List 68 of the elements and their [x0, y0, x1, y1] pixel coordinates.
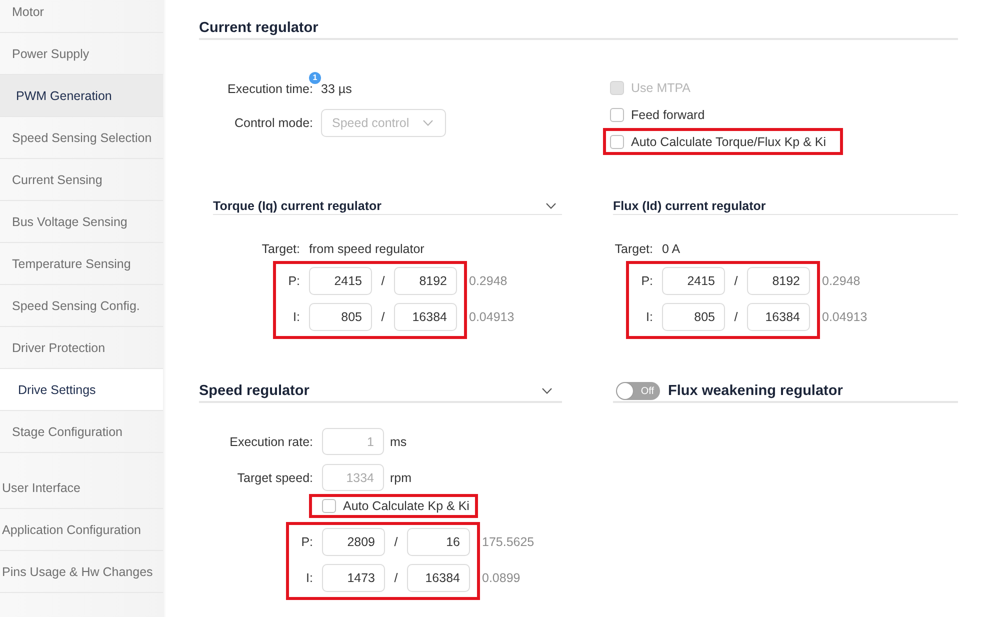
field-label: Execution rate:: [228, 434, 313, 448]
sidebar-item[interactable]: Stage Configuration: [0, 411, 163, 453]
checkbox[interactable]: [322, 499, 336, 513]
gain-value: 0.04913: [469, 309, 514, 326]
checkbox-label[interactable]: Feed forward: [631, 108, 705, 122]
fraction-slash: /: [380, 310, 386, 324]
checkbox-label[interactable]: Auto Calculate Torque/Flux Kp & Ki: [631, 134, 826, 148]
sidebar-item[interactable]: Drive Settings: [0, 369, 163, 411]
sidebar-item[interactable]: Speed Sensing Config.: [0, 285, 163, 327]
denominator-field[interactable]: 16384: [407, 564, 470, 592]
section-title: Speed regulator: [199, 382, 310, 401]
section-title: Flux weakening regulator: [668, 382, 843, 401]
checkbox[interactable]: [610, 108, 624, 122]
field-label: Execution time:: [226, 82, 313, 96]
fraction-slash: /: [733, 310, 739, 324]
chevron-down-icon[interactable]: [542, 388, 552, 394]
gain-label: P:: [287, 274, 300, 288]
checkbox-label[interactable]: Auto Calculate Kp & Ki: [343, 499, 470, 513]
sidebar-item[interactable]: Speed Sensing Selection: [0, 117, 163, 159]
section-title: Flux (Id) current regulator: [613, 198, 766, 214]
notification-badge: 1: [309, 72, 321, 84]
unit-label: rpm: [390, 470, 412, 484]
field-value: 0 A: [662, 242, 680, 256]
sidebar-item[interactable]: PWM Generation: [0, 75, 163, 117]
numerator-field[interactable]: 805: [662, 303, 725, 331]
denominator-field[interactable]: 8192: [747, 267, 810, 295]
field-value: from speed regulator: [309, 242, 424, 256]
section-title: Current regulator: [199, 20, 318, 36]
numerator-field[interactable]: 2809: [322, 528, 385, 556]
chevron-down-icon[interactable]: [546, 203, 556, 209]
gain-value: 175.5625: [482, 534, 534, 551]
field-label: Target:: [614, 242, 653, 256]
gain-label: P:: [640, 274, 653, 288]
gain-label: I:: [292, 310, 300, 324]
gain-value: 0.04913: [822, 309, 868, 326]
denominator-field[interactable]: 16: [407, 528, 470, 556]
field-label: Target speed:: [236, 470, 313, 484]
gain-label: I:: [305, 571, 313, 585]
fraction-slash: /: [733, 274, 739, 288]
sidebar-item[interactable]: Current Sensing: [0, 159, 163, 201]
sidebar-item[interactable]: Application Configuration: [0, 509, 163, 551]
gain-value: 0.2948: [822, 273, 862, 290]
numerator-field[interactable]: 1473: [322, 564, 385, 592]
sidebar-item[interactable]: Motor: [0, 0, 163, 33]
numerator-field[interactable]: 2415: [309, 267, 372, 295]
denominator-field[interactable]: 16384: [747, 303, 810, 331]
section-title: Torque (Iq) current regulator: [213, 198, 382, 214]
field-value: 33 µs: [321, 82, 352, 96]
field-label: Target:: [260, 242, 300, 256]
sidebar-item[interactable]: User Interface: [0, 467, 163, 509]
numerator-field[interactable]: 2415: [662, 267, 725, 295]
sidebar-item[interactable]: Pins Usage & Hw Changes: [0, 551, 163, 593]
fraction-slash: /: [393, 535, 399, 549]
fraction-slash: /: [380, 274, 386, 288]
denominator-field[interactable]: 16384: [394, 303, 457, 331]
sidebar-item[interactable]: Bus Voltage Sensing: [0, 201, 163, 243]
gain-label: P:: [300, 535, 313, 549]
denominator-field[interactable]: 8192: [394, 267, 457, 295]
gain-value: 0.0899: [482, 570, 522, 587]
sidebar-item[interactable]: Temperature Sensing: [0, 243, 163, 285]
chevron-down-icon: [423, 120, 433, 126]
field-label: Control mode:: [233, 116, 313, 130]
unit-label: ms: [390, 434, 407, 448]
gain-value: 0.2948: [469, 273, 508, 290]
gain-label: I:: [645, 310, 653, 324]
checkbox[interactable]: [610, 134, 624, 148]
numerator-field[interactable]: 805: [309, 303, 372, 331]
fraction-slash: /: [393, 571, 399, 585]
